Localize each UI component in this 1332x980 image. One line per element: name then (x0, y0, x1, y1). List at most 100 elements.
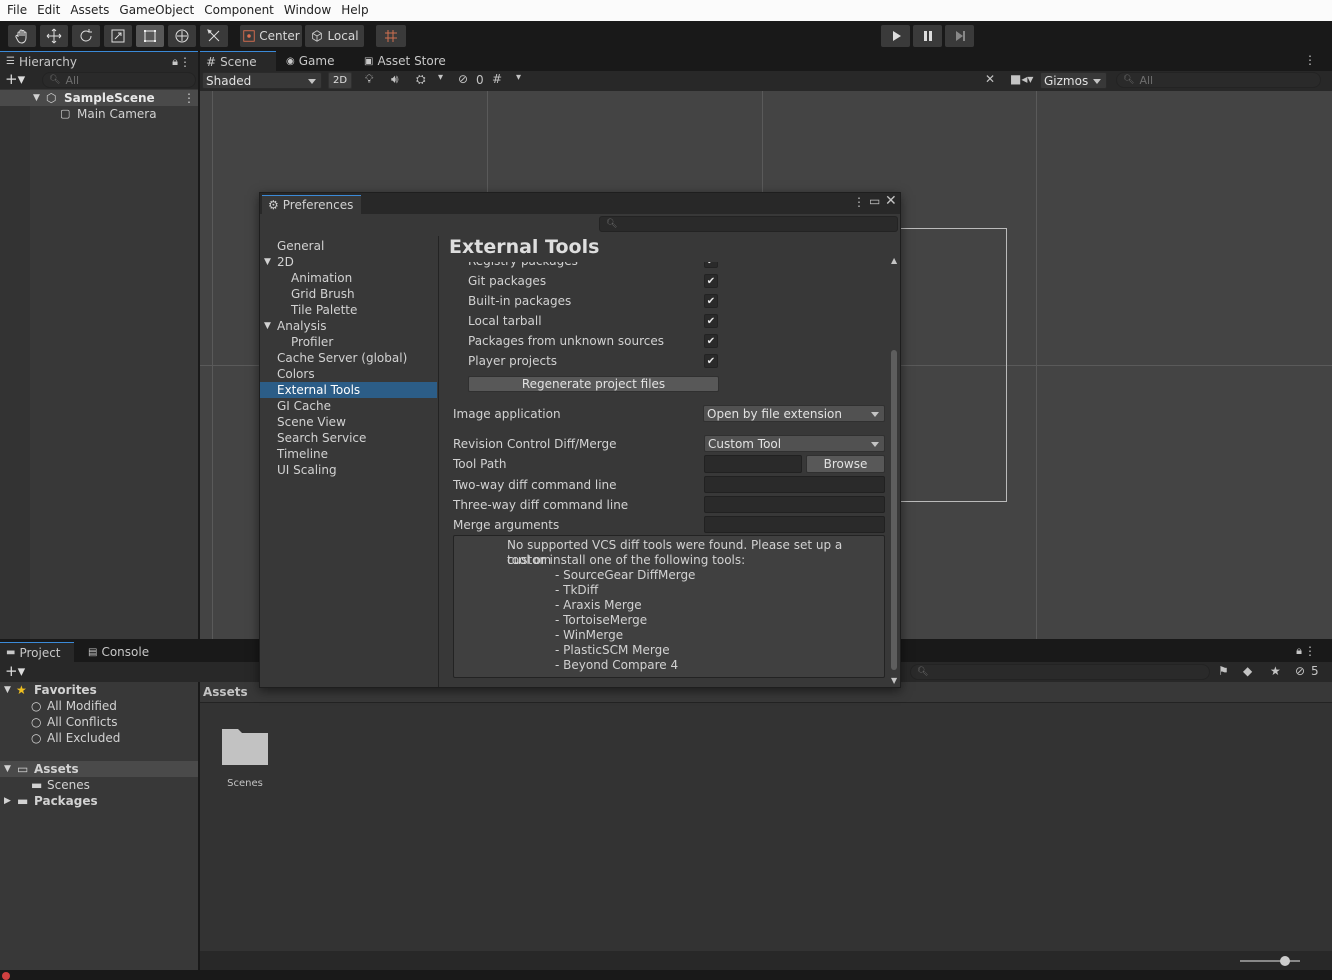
pause-button[interactable] (913, 25, 942, 47)
scene-row[interactable]: ▼ ⬡ SampleScene ⋮ (0, 90, 198, 106)
project-search-input[interactable]: 🔍︎ (910, 664, 1210, 680)
package-option-checkbox[interactable]: ✔ (704, 354, 718, 368)
create-add-icon[interactable]: +▾ (5, 71, 25, 88)
favorites-row[interactable]: ▼ ★ Favorites (0, 682, 198, 698)
move-tool-button[interactable] (40, 25, 68, 47)
create-add-icon[interactable]: +▾ (5, 663, 25, 680)
image-application-dropdown[interactable]: Open by file extension (703, 405, 885, 422)
scrollbar-thumb[interactable] (891, 350, 897, 670)
package-option-checkbox[interactable]: ✔ (704, 294, 718, 308)
list-item[interactable]: ○ All Excluded (0, 730, 198, 746)
breadcrumb[interactable]: Assets (203, 685, 248, 699)
tab-asset-store[interactable]: ▣ Asset Store (358, 51, 452, 71)
sidebar-item-colors[interactable]: Colors (260, 366, 437, 382)
list-item[interactable]: ▬ Scenes (0, 777, 198, 793)
sidebar-item-grid-brush[interactable]: Grid Brush (260, 286, 437, 302)
filter-label-icon[interactable]: ◆ (1243, 664, 1252, 678)
regenerate-project-files-button[interactable]: Regenerate project files (468, 376, 719, 392)
2d-mode-toggle[interactable]: 2D (328, 72, 352, 89)
package-option-checkbox[interactable]: ✔ (704, 262, 718, 268)
step-button[interactable] (945, 25, 974, 47)
maximize-icon[interactable]: ▭ (869, 194, 880, 208)
sidebar-item-cache-server-global[interactable]: Cache Server (global) (260, 350, 437, 366)
content-scrollbar[interactable]: ▲ ▼ (889, 256, 900, 687)
sidebar-item-external-tools[interactable]: External Tools (260, 382, 437, 398)
preferences-titlebar[interactable]: ⚙ Preferences ⋮ ▭ ✕ (260, 193, 900, 214)
sidebar-item-search-service[interactable]: Search Service (260, 430, 437, 446)
menu-component[interactable]: Component (199, 0, 279, 21)
menu-assets[interactable]: Assets (65, 0, 114, 21)
foldout-arrow-icon[interactable]: ▼ (264, 318, 271, 334)
panel-menu-icon[interactable]: ⋮ (179, 55, 191, 69)
close-icon[interactable]: ✕ (885, 193, 897, 209)
foldout-arrow-icon[interactable]: ▼ (4, 761, 11, 777)
tab-hierarchy[interactable]: ☰ Hierarchy 🔒︎ ⋮ (0, 51, 198, 71)
preferences-tab[interactable]: ⚙ Preferences (262, 195, 362, 214)
shading-mode-dropdown[interactable]: Shaded (202, 72, 322, 89)
pivot-space-toggle[interactable]: Local (305, 25, 364, 47)
package-option-checkbox[interactable]: ✔ (704, 334, 718, 348)
scale-tool-button[interactable] (104, 25, 132, 47)
effects-dropdown-icon[interactable]: ▾ (438, 72, 443, 83)
list-item[interactable]: ○ All Modified (0, 698, 198, 714)
sidebar-item-analysis[interactable]: ▼ Analysis (260, 318, 437, 334)
scene-search-input[interactable]: 🔍︎ All (1116, 72, 1321, 88)
revision-control-dropdown[interactable]: Custom Tool (704, 435, 885, 452)
hidden-objects-icon[interactable]: ⊘ (458, 72, 468, 86)
pivot-mode-toggle[interactable]: Center (240, 25, 302, 47)
effects-icon[interactable]: ⛭ (416, 72, 426, 87)
preferences-search-input[interactable]: 🔍︎ (599, 216, 898, 232)
foldout-arrow-icon[interactable]: ▼ (33, 90, 40, 106)
audio-icon[interactable]: 🔊︎ (391, 72, 399, 87)
sidebar-item-ui-scaling[interactable]: UI Scaling (260, 462, 437, 478)
merge-arguments-field[interactable] (704, 516, 885, 533)
panel-menu-icon[interactable]: ⋮ (1304, 644, 1316, 658)
packages-row[interactable]: ▶ ▬ Packages (0, 793, 198, 809)
menu-window[interactable]: Window (279, 0, 336, 21)
scroll-up-icon[interactable]: ▲ (891, 256, 897, 265)
menu-help[interactable]: Help (336, 0, 373, 21)
tools-icon[interactable]: ✕ (985, 72, 995, 86)
camera-icon[interactable]: ■◂▾ (1010, 72, 1033, 86)
tab-scene[interactable]: # Scene (200, 51, 276, 71)
tool-path-field[interactable] (704, 455, 802, 473)
scene-menu-icon[interactable]: ⋮ (183, 90, 195, 106)
custom-tool-button[interactable] (200, 25, 228, 47)
sidebar-item-profiler[interactable]: Profiler (260, 334, 437, 350)
hierarchy-item[interactable]: ▢ Main Camera (0, 106, 198, 122)
sidebar-item-gi-cache[interactable]: GI Cache (260, 398, 437, 414)
assets-row[interactable]: ▼ ▭ Assets (0, 761, 198, 777)
package-option-checkbox[interactable]: ✔ (704, 274, 718, 288)
foldout-arrow-icon[interactable]: ▼ (264, 254, 271, 270)
sidebar-item-timeline[interactable]: Timeline (260, 446, 437, 462)
tab-game[interactable]: ◉ Game (280, 51, 340, 71)
browse-button[interactable]: Browse (806, 455, 885, 473)
list-item[interactable]: ○ All Conflicts (0, 714, 198, 730)
panel-menu-icon[interactable]: ⋮ (1304, 53, 1316, 67)
favorite-star-icon[interactable]: ★ (1270, 664, 1281, 678)
transform-tool-button[interactable] (168, 25, 196, 47)
window-menu-icon[interactable]: ⋮ (853, 195, 865, 209)
menu-gameobject[interactable]: GameObject (114, 0, 199, 21)
sidebar-item-scene-view[interactable]: Scene View (260, 414, 437, 430)
zoom-slider-track[interactable] (1240, 960, 1300, 962)
zoom-slider-handle[interactable] (1280, 956, 1290, 966)
package-option-checkbox[interactable]: ✔ (704, 314, 718, 328)
grid-item-folder[interactable]: Scenes (220, 723, 270, 793)
hierarchy-search-input[interactable]: 🔍︎ All (42, 72, 196, 88)
gizmos-dropdown[interactable]: Gizmos (1040, 72, 1107, 89)
sidebar-item-2d[interactable]: ▼ 2D (260, 254, 437, 270)
filter-type-icon[interactable]: ⚑ (1218, 664, 1229, 678)
sidebar-item-general[interactable]: General (260, 238, 437, 254)
three-way-diff-field[interactable] (704, 496, 885, 513)
grid-dropdown-icon[interactable]: ▾ (516, 72, 521, 83)
hand-tool-button[interactable] (8, 25, 36, 47)
play-button[interactable] (881, 25, 910, 47)
snap-toggle[interactable] (376, 25, 406, 47)
scroll-down-icon[interactable]: ▼ (891, 676, 897, 685)
tab-console[interactable]: ▤ Console (82, 642, 155, 662)
rotate-tool-button[interactable] (72, 25, 100, 47)
sidebar-item-animation[interactable]: Animation (260, 270, 437, 286)
menu-file[interactable]: File (2, 0, 32, 21)
hidden-packages-icon[interactable]: ⊘ (1295, 664, 1305, 678)
